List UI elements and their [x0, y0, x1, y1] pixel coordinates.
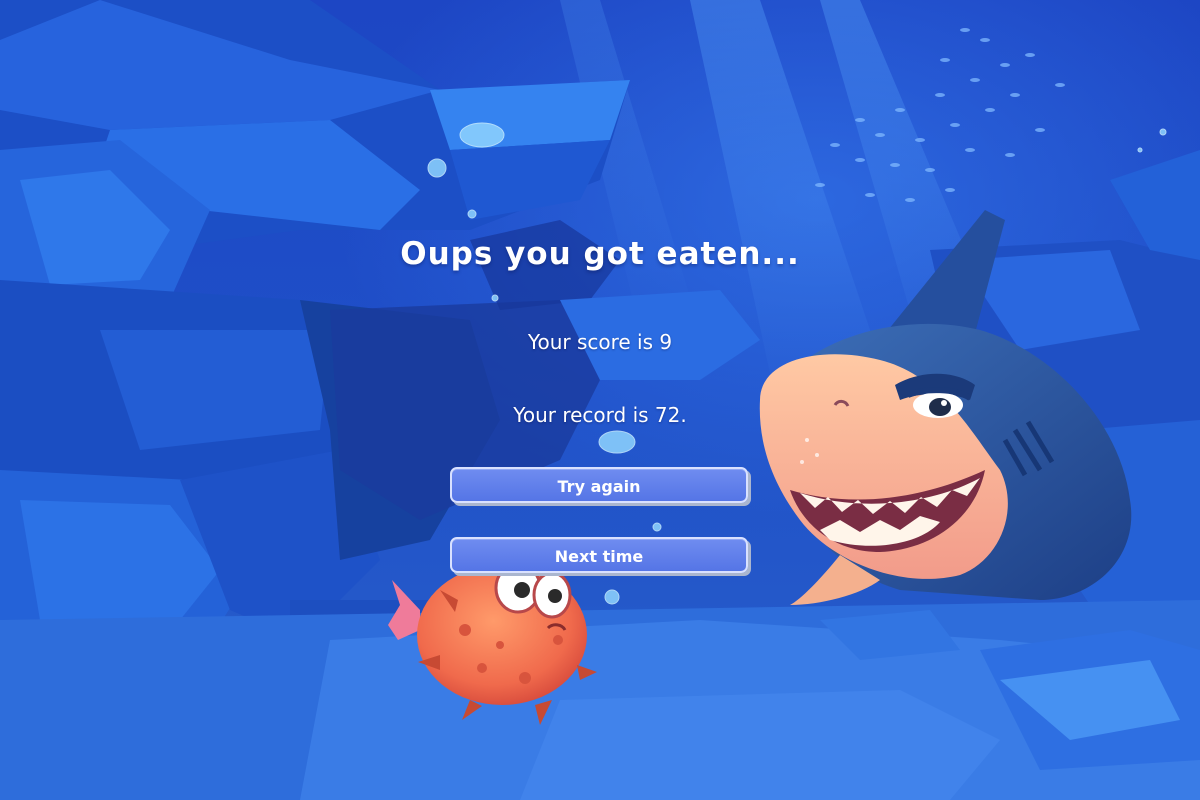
- score-text: Your score is 9: [527, 330, 673, 354]
- next-time-button[interactable]: Next time: [450, 537, 748, 573]
- record-text: Your record is 72.: [513, 403, 687, 427]
- game-over-screen: Oups you got eaten... Your score is 9 Yo…: [0, 0, 1200, 800]
- seafloor: [0, 600, 1200, 800]
- underwater-background: [0, 0, 1200, 800]
- game-over-title: Oups you got eaten...: [400, 236, 800, 272]
- try-again-button[interactable]: Try again: [450, 467, 748, 503]
